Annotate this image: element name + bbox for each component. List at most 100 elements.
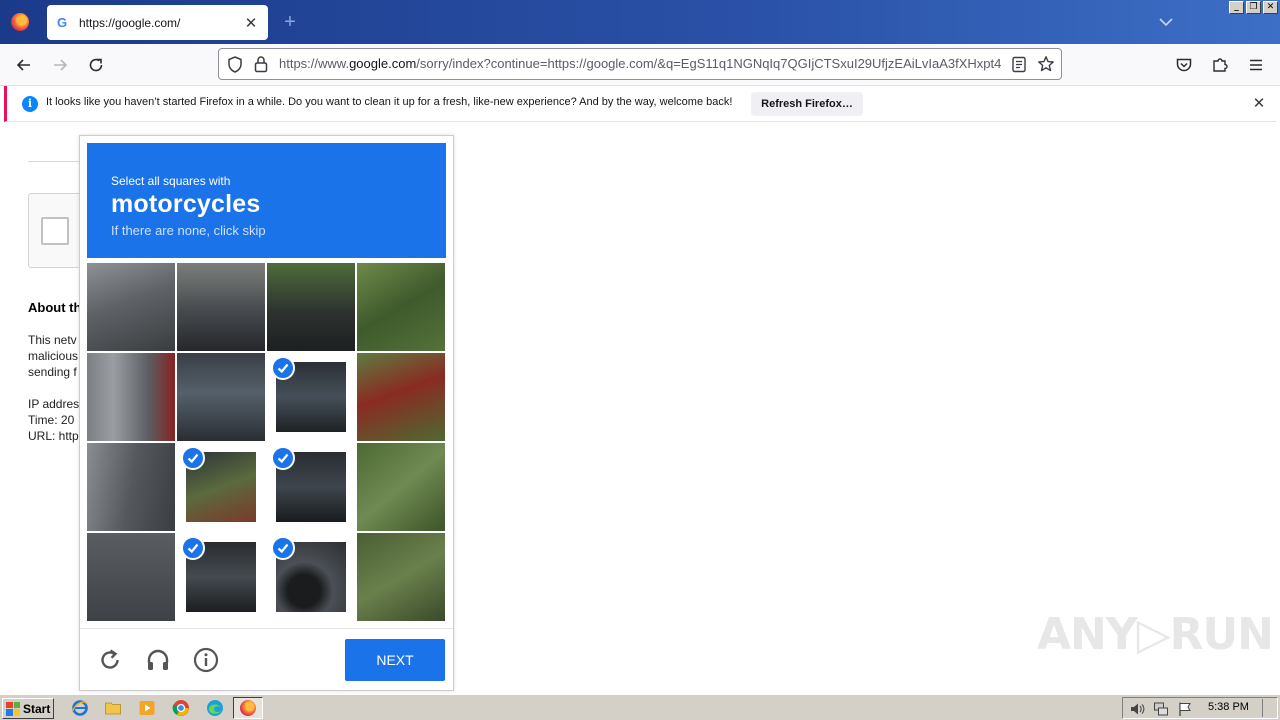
tab-bar: G https://google.com/ ✕ + _ ❐ ✕ bbox=[0, 0, 1280, 44]
captcha-challenge-dialog: Select all squares with motorcycles If t… bbox=[79, 135, 454, 691]
media-player-icon[interactable] bbox=[138, 699, 156, 717]
captcha-tile-image bbox=[357, 443, 445, 531]
edge-icon[interactable] bbox=[206, 699, 224, 717]
action-center-flag-icon[interactable] bbox=[1177, 701, 1193, 720]
tile-selected-check-icon bbox=[271, 536, 295, 560]
internet-explorer-icon[interactable] bbox=[71, 699, 89, 717]
anyrun-watermark-logo: ANY▷RUN bbox=[1037, 609, 1274, 660]
url-prefix: https://www. bbox=[279, 56, 350, 71]
firefox-logo-icon bbox=[11, 13, 29, 31]
captcha-tile[interactable] bbox=[87, 263, 175, 351]
pocket-icon[interactable] bbox=[1172, 53, 1196, 77]
captcha-tile[interactable] bbox=[357, 263, 445, 351]
captcha-tile[interactable] bbox=[357, 353, 445, 441]
system-tray bbox=[1122, 697, 1278, 719]
start-label: Start bbox=[23, 701, 51, 716]
refresh-firefox-button[interactable]: Refresh Firefox… bbox=[751, 92, 863, 116]
extensions-puzzle-icon[interactable] bbox=[1208, 53, 1232, 77]
tab-close-icon[interactable]: ✕ bbox=[240, 14, 262, 32]
captcha-tile-image bbox=[357, 353, 445, 441]
chrome-icon[interactable] bbox=[172, 699, 190, 717]
captcha-tile-image bbox=[177, 263, 265, 351]
network-icon[interactable] bbox=[1153, 701, 1169, 720]
close-window-button[interactable]: ✕ bbox=[1263, 1, 1278, 14]
captcha-target-text: motorcycles bbox=[111, 190, 261, 218]
recaptcha-checkbox[interactable] bbox=[41, 217, 69, 245]
new-tab-button[interactable]: + bbox=[280, 8, 300, 36]
start-button[interactable]: Start bbox=[2, 698, 54, 719]
about-heading: About th bbox=[28, 300, 82, 315]
captcha-footer: NEXT bbox=[80, 628, 453, 690]
url-bar[interactable]: https://www.google.com/sorry/index?conti… bbox=[218, 48, 1062, 80]
back-arrow-icon[interactable] bbox=[12, 53, 36, 77]
page-text-line: malicious bbox=[28, 349, 79, 363]
hamburger-menu-icon[interactable] bbox=[1244, 53, 1268, 77]
tab-title: https://google.com/ bbox=[79, 15, 181, 30]
notification-close-icon[interactable]: ✕ bbox=[1249, 94, 1269, 114]
tile-selected-check-icon bbox=[271, 356, 295, 380]
captcha-tile[interactable] bbox=[267, 443, 355, 531]
captcha-tile-image bbox=[177, 353, 265, 441]
captcha-tile[interactable] bbox=[177, 263, 265, 351]
captcha-instruction-text: Select all squares with bbox=[111, 174, 231, 188]
page-text-line: This netv bbox=[28, 333, 77, 347]
tracking-protection-shield-icon[interactable] bbox=[227, 56, 243, 78]
captcha-tile[interactable] bbox=[267, 353, 355, 441]
info-icon: i bbox=[22, 96, 38, 112]
windows-logo-icon bbox=[6, 701, 20, 716]
info-help-icon[interactable] bbox=[191, 645, 221, 675]
bookmark-star-icon[interactable] bbox=[1037, 55, 1055, 78]
tab-google[interactable]: G https://google.com/ ✕ bbox=[47, 5, 268, 40]
firefox-taskbar-button[interactable] bbox=[233, 697, 263, 719]
captcha-tile-image bbox=[87, 263, 175, 351]
page-text-line: Time: 20 bbox=[28, 413, 75, 427]
audio-challenge-headphones-icon[interactable] bbox=[143, 645, 173, 675]
captcha-tile[interactable] bbox=[177, 353, 265, 441]
url-domain: google.com bbox=[349, 56, 417, 71]
captcha-tile-image bbox=[357, 533, 445, 621]
captcha-tile-image bbox=[357, 263, 445, 351]
tile-selected-check-icon bbox=[271, 446, 295, 470]
file-explorer-icon[interactable] bbox=[104, 699, 122, 717]
notification-message: It looks like you haven’t started Firefo… bbox=[46, 96, 733, 108]
refresh-firefox-notification: i It looks like you haven’t started Fire… bbox=[4, 86, 1276, 122]
captcha-tile[interactable] bbox=[267, 533, 355, 621]
captcha-tile-image bbox=[87, 533, 175, 621]
minimize-button[interactable]: _ bbox=[1229, 1, 1244, 14]
reload-challenge-icon[interactable] bbox=[95, 645, 125, 675]
next-button[interactable]: NEXT bbox=[345, 639, 445, 681]
google-favicon-icon: G bbox=[57, 15, 68, 30]
reload-icon[interactable] bbox=[84, 53, 108, 77]
captcha-tile[interactable] bbox=[357, 443, 445, 531]
reader-view-icon[interactable] bbox=[1011, 56, 1027, 78]
captcha-tile[interactable] bbox=[177, 443, 265, 531]
captcha-tile[interactable] bbox=[357, 533, 445, 621]
page-text-line: IP addres bbox=[28, 397, 80, 411]
captcha-tile[interactable] bbox=[87, 533, 175, 621]
taskbar-clock: 5:38 PM bbox=[1208, 701, 1249, 713]
tab-list-chevron-icon[interactable] bbox=[1156, 12, 1176, 32]
captcha-tile-image bbox=[87, 443, 175, 531]
firefox-menu-button[interactable] bbox=[0, 0, 40, 44]
url-text[interactable]: https://www.google.com/sorry/index?conti… bbox=[279, 56, 1001, 71]
page-text-line: URL: http bbox=[28, 429, 79, 443]
captcha-tile-image bbox=[87, 353, 175, 441]
captcha-image-grid bbox=[87, 263, 446, 622]
window-controls: _ ❐ ✕ bbox=[1229, 1, 1278, 14]
captcha-tile[interactable] bbox=[267, 263, 355, 351]
captcha-hint-text: If there are none, click skip bbox=[111, 223, 266, 238]
speaker-icon[interactable] bbox=[1129, 701, 1145, 720]
tile-selected-check-icon bbox=[181, 536, 205, 560]
captcha-tile[interactable] bbox=[87, 443, 175, 531]
navigation-toolbar: https://www.google.com/sorry/index?conti… bbox=[0, 44, 1280, 86]
captcha-tile-image bbox=[267, 263, 355, 351]
windows-taskbar: Start 5:38 PM bbox=[0, 694, 1280, 720]
show-desktop-button[interactable] bbox=[1262, 699, 1276, 717]
captcha-tile[interactable] bbox=[177, 533, 265, 621]
restore-button[interactable]: ❐ bbox=[1246, 1, 1261, 14]
captcha-tile[interactable] bbox=[87, 353, 175, 441]
url-path: /sorry/index?continue=https://google.com… bbox=[416, 56, 1001, 71]
firefox-icon bbox=[240, 700, 256, 716]
forward-arrow-icon[interactable] bbox=[48, 53, 72, 77]
lock-icon[interactable] bbox=[254, 55, 268, 78]
